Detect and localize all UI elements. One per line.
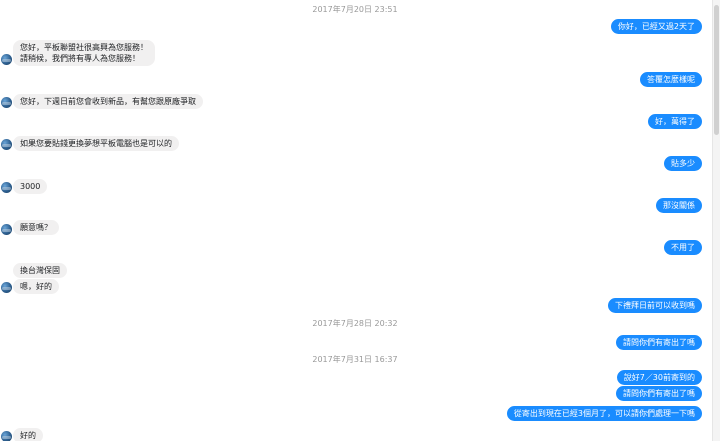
avatar (1, 182, 12, 193)
outgoing-message[interactable]: 好，萬得了 (648, 114, 702, 129)
outgoing-message[interactable]: 下禮拜日前可以收到嗎 (608, 298, 702, 313)
outgoing-message[interactable]: 不用了 (664, 240, 702, 255)
avatar (1, 282, 12, 293)
outgoing-message[interactable]: 從寄出到現在已經3個月了，可以請你們處理一下嗎 (506, 406, 702, 421)
avatar (1, 139, 12, 150)
avatar (1, 97, 12, 108)
scrollbar[interactable] (712, 0, 720, 441)
outgoing-message[interactable]: 那沒關係 (656, 198, 702, 213)
outgoing-message[interactable]: 請問你們有寄出了嗎 (616, 335, 702, 350)
timestamp: 2017年7月28日 20:32 (312, 319, 398, 328)
incoming-message[interactable]: 好的 (13, 428, 43, 441)
outgoing-message[interactable]: 說好7／30前寄到的 (616, 370, 702, 385)
outgoing-message[interactable]: 貼多少 (664, 156, 702, 171)
outgoing-message[interactable]: 你好，已經又過2天了 (610, 19, 702, 34)
incoming-message[interactable]: 您好，下週日前您會收到新品，有幫您跟原廠爭取 (13, 94, 203, 109)
incoming-message[interactable]: 嗯，好的 (13, 279, 59, 294)
incoming-message[interactable]: 願意嗎？ (13, 220, 59, 235)
incoming-message[interactable]: 如果您要貼錢更換夢想平板電腦也是可以的 (13, 136, 179, 151)
incoming-message[interactable]: 3000 (13, 179, 48, 194)
timestamp: 2017年7月31日 16:37 (312, 355, 398, 364)
avatar (1, 224, 12, 235)
avatar (1, 431, 12, 441)
incoming-message[interactable]: 換台灣保固 (13, 263, 67, 278)
outgoing-message[interactable]: 答覆怎麼樣呢 (640, 72, 702, 87)
timestamp: 2017年7月20日 23:51 (312, 5, 398, 14)
incoming-message-line: 請稍候，我們將有專人為您服務！ (20, 54, 140, 63)
avatar (1, 54, 12, 65)
incoming-message[interactable]: 您好，平板聯盟社很高興為您服務！ 請稍候，我們將有專人為您服務！ (13, 40, 155, 66)
chat-window: 2017年7月20日 23:51 你好，已經又過2天了 您好，平板聯盟社很高興為… (0, 0, 720, 441)
incoming-message-line: 您好，平板聯盟社很高興為您服務！ (20, 43, 148, 52)
scrollbar-thumb[interactable] (714, 5, 719, 135)
outgoing-message[interactable]: 請問你們有寄出了嗎 (616, 386, 702, 401)
